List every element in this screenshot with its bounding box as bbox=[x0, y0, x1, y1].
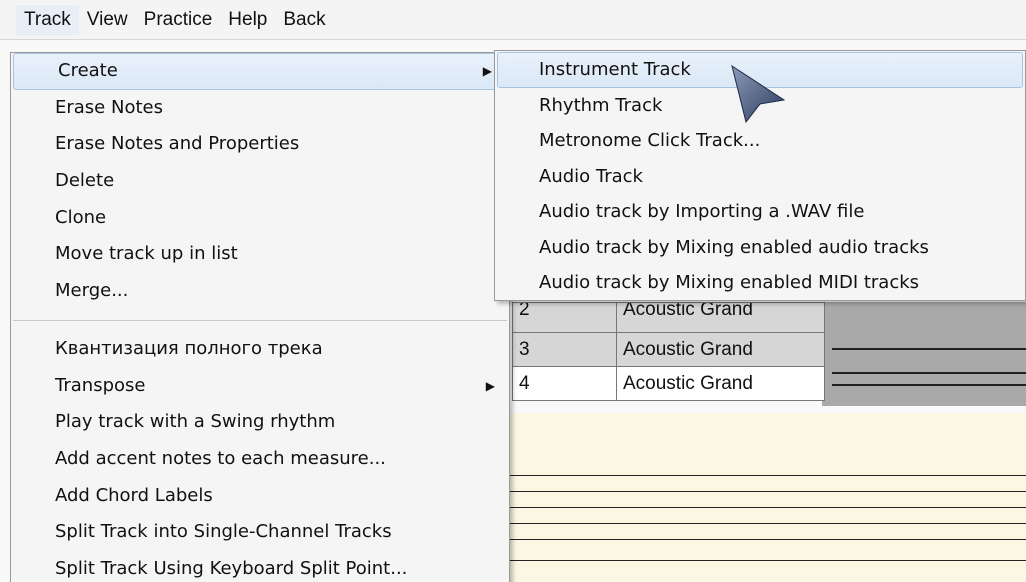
menu-item-label: Create bbox=[58, 60, 118, 81]
track-instrument: Acoustic Grand bbox=[616, 366, 825, 401]
staff-area bbox=[510, 413, 1026, 582]
menu-item-label: Metronome Click Track... bbox=[539, 130, 761, 151]
menu-item-split-keyboard[interactable]: Split Track Using Keyboard Split Point..… bbox=[11, 551, 509, 582]
menu-item-label: Instrument Track bbox=[539, 59, 691, 80]
track-bar-line bbox=[832, 372, 1026, 374]
menu-item-delete[interactable]: Delete bbox=[11, 163, 509, 200]
track-number: 4 bbox=[512, 366, 617, 401]
track-number: 3 bbox=[512, 332, 617, 367]
menu-item-label: Split Track into Single-Channel Tracks bbox=[55, 521, 392, 543]
menu-item-label: Audio track by Mixing enabled audio trac… bbox=[539, 236, 929, 258]
menu-item-merge[interactable]: Merge... bbox=[11, 273, 509, 310]
staff-line bbox=[510, 539, 1026, 540]
staff-line bbox=[510, 475, 1026, 476]
menubar-view[interactable]: View bbox=[79, 5, 136, 35]
submenu-item-import-wav[interactable]: Audio track by Importing a .WAV file bbox=[495, 194, 1025, 230]
menu-item-label: Audio track by Importing a .WAV file bbox=[539, 201, 865, 222]
menu-item-label: Add accent notes to each measure... bbox=[55, 447, 386, 469]
menubar-back[interactable]: Back bbox=[275, 5, 333, 35]
menu-item-transpose[interactable]: Transpose ▶ bbox=[11, 368, 509, 405]
menubar-track[interactable]: Track bbox=[16, 4, 79, 35]
menubar-practice[interactable]: Practice bbox=[136, 5, 221, 35]
table-row[interactable]: 3 Acoustic Grand bbox=[512, 332, 825, 367]
track-menu: Create ▶ Erase Notes Erase Notes and Pro… bbox=[10, 52, 510, 582]
menu-item-label: Delete bbox=[55, 170, 115, 192]
menu-item-erase-notes[interactable]: Erase Notes bbox=[11, 90, 509, 127]
submenu-item-mix-midi[interactable]: Audio track by Mixing enabled MIDI track… bbox=[495, 265, 1025, 301]
menu-item-clone[interactable]: Clone bbox=[11, 200, 509, 237]
menubar-help[interactable]: Help bbox=[220, 5, 275, 35]
menu-item-label: Квантизация полного трека bbox=[55, 337, 323, 359]
submenu-arrow-icon: ▶ bbox=[482, 64, 492, 78]
menu-item-move-up[interactable]: Move track up in list bbox=[11, 236, 509, 273]
mouse-cursor-icon bbox=[731, 64, 786, 124]
track-bar-line bbox=[832, 384, 1026, 386]
menu-bar: Track View Practice Help Back bbox=[0, 0, 1026, 40]
menu-item-label: Merge... bbox=[55, 280, 129, 302]
table-row[interactable]: 4 Acoustic Grand bbox=[512, 366, 825, 401]
submenu-item-mix-audio[interactable]: Audio track by Mixing enabled audio trac… bbox=[495, 230, 1025, 266]
menu-item-label: Split Track Using Keyboard Split Point..… bbox=[55, 557, 408, 579]
staff-line bbox=[510, 523, 1026, 524]
menu-item-label: Rhythm Track bbox=[539, 94, 663, 116]
menu-item-swing[interactable]: Play track with a Swing rhythm bbox=[11, 404, 509, 441]
menu-item-split-channels[interactable]: Split Track into Single-Channel Tracks bbox=[11, 514, 509, 551]
menu-item-chord-labels[interactable]: Add Chord Labels bbox=[11, 478, 509, 515]
submenu-arrow-icon: ▶ bbox=[485, 378, 495, 393]
menu-item-label: Play track with a Swing rhythm bbox=[55, 411, 336, 433]
staff-line bbox=[510, 491, 1026, 492]
menu-item-label: Move track up in list bbox=[55, 243, 238, 265]
track-bars-area bbox=[822, 302, 1026, 406]
staff-line bbox=[510, 560, 1026, 561]
menu-item-create[interactable]: Create ▶ bbox=[13, 53, 507, 90]
menu-item-label: Transpose bbox=[55, 374, 146, 396]
menu-item-label: Audio Track bbox=[539, 165, 643, 187]
menu-item-erase-notes-properties[interactable]: Erase Notes and Properties bbox=[11, 126, 509, 163]
menu-item-accent-notes[interactable]: Add accent notes to each measure... bbox=[11, 441, 509, 478]
menu-item-label: Erase Notes and Properties bbox=[55, 133, 300, 155]
track-instrument: Acoustic Grand bbox=[616, 332, 825, 367]
table-row[interactable]: 2 Acoustic Grand bbox=[512, 302, 825, 333]
menu-item-label: Erase Notes bbox=[55, 96, 163, 118]
submenu-item-audio-track[interactable]: Audio Track bbox=[495, 159, 1025, 195]
menu-item-label: Clone bbox=[55, 206, 107, 228]
menu-item-quantize[interactable]: Квантизация полного трека bbox=[11, 331, 509, 368]
track-bar-line bbox=[832, 348, 1026, 350]
track-number: 2 bbox=[512, 302, 617, 333]
staff-line bbox=[510, 507, 1026, 508]
menu-item-label: Add Chord Labels bbox=[55, 484, 213, 506]
track-instrument: Acoustic Grand bbox=[616, 302, 825, 333]
menu-separator bbox=[13, 319, 507, 321]
menu-item-label: Audio track by Mixing enabled MIDI track… bbox=[539, 272, 920, 293]
track-table: 2 Acoustic Grand 3 Acoustic Grand 4 Acou… bbox=[512, 302, 825, 401]
